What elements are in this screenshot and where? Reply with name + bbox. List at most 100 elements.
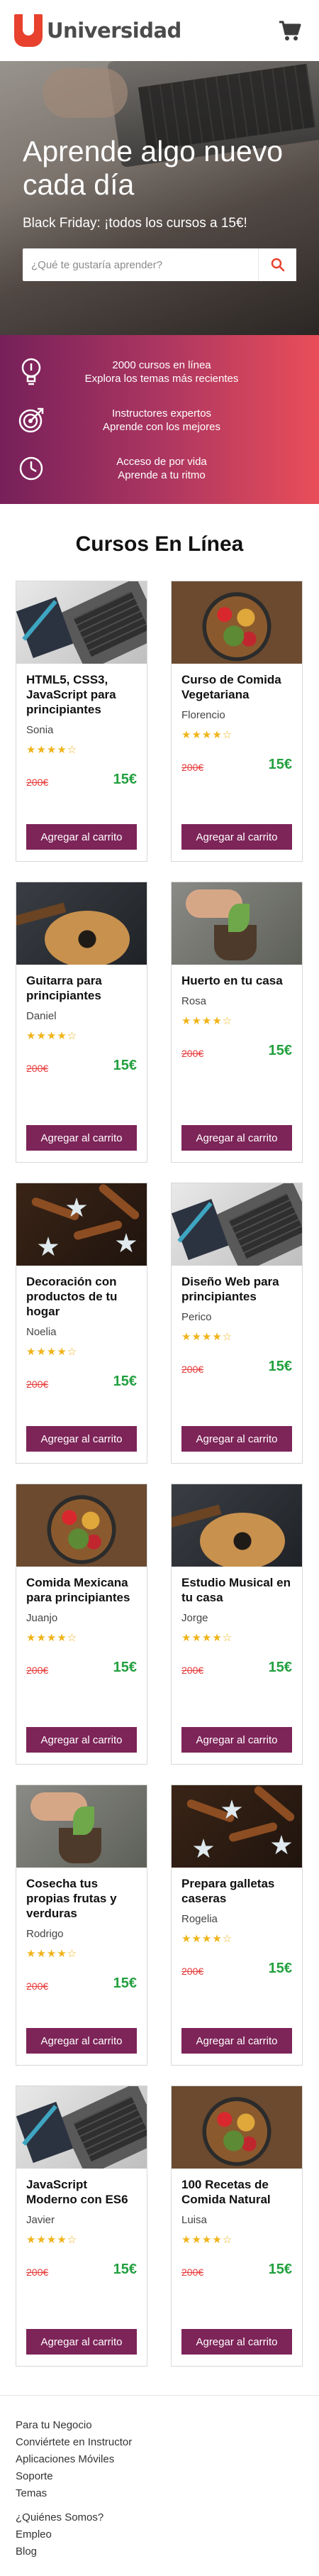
course-image[interactable] (16, 1183, 147, 1266)
feature-line2: Aprende con los mejores (103, 421, 220, 433)
course-title[interactable]: Decoración con productos de tu hogar (26, 1274, 137, 1319)
old-price: 200€ (26, 1665, 49, 1676)
course-image[interactable] (172, 581, 302, 664)
course-author: Sonia (26, 724, 54, 736)
footer-link[interactable]: ¿Quiénes Somos? (16, 2509, 303, 2526)
rating-stars-icon: ★★★★☆ (181, 1331, 233, 1343)
add-to-cart-button[interactable]: Agregar al carrito (26, 2028, 137, 2054)
course-title[interactable]: Estudio Musical en tu casa (181, 1575, 292, 1605)
footer-link[interactable]: Blog (16, 2543, 303, 2560)
feature-item: 2000 cursos en línea Explora los temas m… (11, 348, 308, 396)
course-image[interactable] (16, 581, 147, 664)
course-card[interactable]: JavaScript Moderno con ES6 Javier ★★★★☆ 200… (16, 2086, 147, 2367)
new-price: 15€ (113, 1058, 137, 1073)
course-title[interactable]: JavaScript Moderno con ES6 (26, 2177, 137, 2207)
add-to-cart-button[interactable]: Agregar al carrito (181, 2329, 292, 2355)
add-to-cart-button[interactable]: Agregar al carrito (26, 1727, 137, 1753)
course-author: Perico (181, 1311, 212, 1323)
course-image[interactable] (172, 2086, 302, 2169)
course-title[interactable]: Comida Mexicana para principiantes (26, 1575, 137, 1605)
brand-name: Universidad (47, 18, 181, 43)
course-title[interactable]: Curso de Comida Vegetariana (181, 672, 292, 702)
course-author: Javier (26, 2214, 55, 2226)
course-card[interactable]: Comida Mexicana para principiantes Juanjo… (16, 1484, 147, 1765)
hero-banner: Aprende algo nuevo cada día Black Friday… (0, 61, 319, 335)
course-image[interactable] (172, 1183, 302, 1266)
rating-stars-icon: ★★★★☆ (181, 729, 233, 741)
course-card[interactable]: Estudio Musical en tu casa Jorge ★★★★☆ 200€… (171, 1484, 303, 1765)
course-image[interactable] (16, 2086, 147, 2169)
course-card[interactable]: Prepara galletas caseras Rogelia ★★★★☆ 200€… (171, 1785, 303, 2066)
search-icon (271, 258, 284, 272)
course-card[interactable]: Curso de Comida Vegetariana Florencio ★★★★… (171, 581, 303, 862)
old-price: 200€ (26, 1063, 49, 1074)
feature-item: Acceso de por vida Aprende a tu ritmo (11, 444, 308, 493)
rating-stars-icon: ★★★★☆ (26, 2234, 78, 2246)
rating-stars-icon: ★★★★☆ (26, 1632, 78, 1644)
old-price: 200€ (181, 1665, 204, 1676)
course-image[interactable] (16, 1484, 147, 1567)
logo-mark (14, 14, 43, 47)
rating-stars-icon: ★★★★☆ (181, 1015, 233, 1027)
add-to-cart-button[interactable]: Agregar al carrito (26, 2329, 137, 2355)
add-to-cart-button[interactable]: Agregar al carrito (181, 1426, 292, 1452)
course-image[interactable] (172, 1484, 302, 1567)
course-card[interactable]: 100 Recetas de Comida Natural Luisa ★★★★☆ 2… (171, 2086, 303, 2367)
course-title[interactable]: Prepara galletas caseras (181, 1876, 292, 1906)
course-author: Rodrigo (26, 1928, 64, 1940)
add-to-cart-button[interactable]: Agregar al carrito (181, 824, 292, 850)
old-price: 200€ (181, 762, 204, 773)
course-title[interactable]: Diseño Web para principiantes (181, 1274, 292, 1304)
add-to-cart-button[interactable]: Agregar al carrito (26, 1125, 137, 1151)
course-author: Rogelia (181, 1913, 218, 1925)
course-title[interactable]: HTML5, CSS3, JavaScript para principiant… (26, 672, 137, 717)
new-price: 15€ (113, 2262, 137, 2277)
course-title[interactable]: Guitarra para principiantes (26, 973, 137, 1003)
course-title[interactable]: 100 Recetas de Comida Natural (181, 2177, 292, 2207)
rating-stars-icon: ★★★★☆ (26, 1030, 78, 1042)
courses-section: Cursos En Línea HTML5, CSS3, JavaScript … (0, 504, 319, 2367)
course-card[interactable]: Cosecha tus propias frutas y verduras Rod… (16, 1785, 147, 2066)
course-card[interactable]: Decoración con productos de tu hogar Noel… (16, 1183, 147, 1464)
rating-stars-icon: ★★★★☆ (26, 744, 78, 756)
rating-stars-icon: ★★★★☆ (181, 2234, 233, 2246)
add-to-cart-button[interactable]: Agregar al carrito (181, 2028, 292, 2054)
course-image[interactable] (172, 882, 302, 965)
add-to-cart-button[interactable]: Agregar al carrito (26, 1426, 137, 1452)
course-card[interactable]: Huerto en tu casa Rosa ★★★★☆ 200€ 15€ Agregar… (171, 882, 303, 1163)
add-to-cart-button[interactable]: Agregar al carrito (181, 1727, 292, 1753)
site-footer: Para tu Negocio Conviértete en Instructor… (0, 2395, 319, 2575)
new-price: 15€ (268, 1961, 292, 1976)
search-input[interactable] (23, 248, 258, 281)
search-form (23, 248, 296, 281)
footer-link[interactable]: Empleo (16, 2526, 303, 2543)
rating-stars-icon: ★★★★☆ (181, 1632, 233, 1644)
course-image[interactable] (172, 1785, 302, 1868)
new-price: 15€ (268, 757, 292, 772)
course-card[interactable]: Diseño Web para principiantes Perico ★★★★☆… (171, 1183, 303, 1464)
shopping-cart-icon[interactable] (278, 18, 302, 43)
add-to-cart-button[interactable]: Agregar al carrito (26, 824, 137, 850)
hero-content: Aprende algo nuevo cada día Black Friday… (23, 135, 296, 281)
search-button[interactable] (258, 248, 296, 281)
course-card[interactable]: HTML5, CSS3, JavaScript para principiant… (16, 581, 147, 862)
site-logo[interactable]: Universidad (14, 14, 181, 47)
hero-title: Aprende algo nuevo cada día (23, 135, 284, 201)
course-title[interactable]: Cosecha tus propias frutas y verduras (26, 1876, 137, 1921)
course-image[interactable] (16, 882, 147, 965)
footer-link[interactable]: Para tu Negocio (16, 2417, 303, 2434)
footer-link[interactable]: Conviértete en Instructor (16, 2434, 303, 2451)
footer-link[interactable]: Soporte (16, 2468, 303, 2485)
add-to-cart-button[interactable]: Agregar al carrito (181, 1125, 292, 1151)
new-price: 15€ (113, 1975, 137, 1991)
course-author: Noelia (26, 1326, 57, 1338)
footer-link[interactable]: Aplicaciones Móviles (16, 2451, 303, 2468)
footer-link[interactable]: Temas (16, 2485, 303, 2502)
rating-stars-icon: ★★★★☆ (26, 1346, 78, 1358)
course-title[interactable]: Huerto en tu casa (181, 973, 292, 988)
new-price: 15€ (113, 772, 137, 787)
old-price: 200€ (181, 1364, 204, 1375)
course-card[interactable]: Guitarra para principiantes Daniel ★★★★☆ 20… (16, 882, 147, 1163)
old-price: 200€ (26, 1379, 49, 1390)
course-image[interactable] (16, 1785, 147, 1868)
